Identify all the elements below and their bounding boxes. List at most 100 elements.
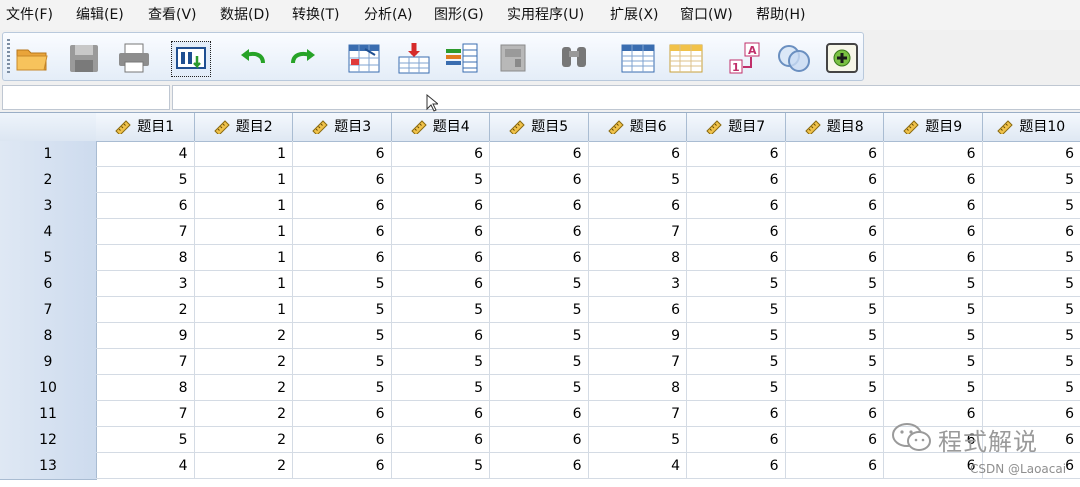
dialog-recall-icon[interactable] xyxy=(171,41,211,77)
data-cell[interactable]: 7 xyxy=(96,401,195,427)
data-cell[interactable]: 6 xyxy=(687,193,786,219)
column-header[interactable]: 题目4 xyxy=(392,113,491,142)
data-cell[interactable]: 6 xyxy=(293,167,392,193)
row-header[interactable]: 12 xyxy=(0,427,97,454)
column-header[interactable]: 题目6 xyxy=(589,113,688,142)
data-cell[interactable]: 1 xyxy=(195,219,294,245)
column-header[interactable]: 题目9 xyxy=(884,113,983,142)
data-cell[interactable]: 6 xyxy=(490,453,589,479)
data-cell[interactable]: 7 xyxy=(589,349,688,375)
data-cell[interactable]: 5 xyxy=(490,297,589,323)
variables-icon[interactable] xyxy=(443,41,481,75)
data-cell[interactable]: 6 xyxy=(293,245,392,271)
data-cell[interactable]: 4 xyxy=(589,453,688,479)
row-header[interactable]: 8 xyxy=(0,323,97,350)
menu-analyze[interactable]: 分析(A) xyxy=(364,0,413,30)
data-cell[interactable]: 5 xyxy=(983,245,1080,271)
data-cell[interactable]: 5 xyxy=(392,375,491,401)
data-cell[interactable]: 2 xyxy=(96,297,195,323)
data-cell[interactable]: 6 xyxy=(983,141,1080,167)
data-cell[interactable]: 5 xyxy=(983,167,1080,193)
data-cell[interactable]: 9 xyxy=(589,323,688,349)
data-cell[interactable]: 5 xyxy=(687,297,786,323)
data-cell[interactable]: 6 xyxy=(687,401,786,427)
data-cell[interactable]: 6 xyxy=(884,193,983,219)
redo-icon[interactable] xyxy=(285,41,323,75)
data-cell[interactable]: 6 xyxy=(687,453,786,479)
data-cell[interactable]: 6 xyxy=(490,193,589,219)
data-cell[interactable]: 4 xyxy=(96,453,195,479)
data-cell[interactable]: 1 xyxy=(195,245,294,271)
data-cell[interactable]: 5 xyxy=(884,323,983,349)
data-cell[interactable]: 6 xyxy=(392,401,491,427)
row-header[interactable]: 6 xyxy=(0,271,97,298)
menu-graphs[interactable]: 图形(G) xyxy=(434,0,484,30)
use-sets-icon[interactable] xyxy=(775,41,813,75)
data-cell[interactable]: 5 xyxy=(786,323,885,349)
data-cell[interactable]: 5 xyxy=(884,271,983,297)
toolbar-grip[interactable] xyxy=(7,39,10,75)
data-cell[interactable]: 6 xyxy=(293,427,392,453)
row-header[interactable]: 13 xyxy=(0,453,97,480)
data-cell[interactable]: 5 xyxy=(589,167,688,193)
data-cell[interactable]: 5 xyxy=(392,167,491,193)
goto-case-icon[interactable] xyxy=(345,41,383,75)
data-cell[interactable]: 4 xyxy=(96,141,195,167)
data-cell[interactable]: 8 xyxy=(96,375,195,401)
data-cell[interactable]: 5 xyxy=(392,297,491,323)
data-cell[interactable]: 6 xyxy=(687,245,786,271)
data-cell[interactable]: 6 xyxy=(392,427,491,453)
data-cell[interactable]: 5 xyxy=(589,427,688,453)
data-cell[interactable]: 6 xyxy=(392,323,491,349)
data-cell[interactable]: 6 xyxy=(490,219,589,245)
data-cell[interactable]: 5 xyxy=(983,271,1080,297)
data-cell[interactable]: 6 xyxy=(392,271,491,297)
data-cell[interactable]: 5 xyxy=(490,349,589,375)
data-cell[interactable]: 5 xyxy=(293,323,392,349)
data-cell[interactable]: 6 xyxy=(884,141,983,167)
data-cell[interactable]: 2 xyxy=(195,427,294,453)
data-cell[interactable]: 6 xyxy=(983,219,1080,245)
data-cell[interactable]: 2 xyxy=(195,323,294,349)
data-cell[interactable]: 6 xyxy=(293,193,392,219)
data-cell[interactable]: 5 xyxy=(884,349,983,375)
data-cell[interactable]: 5 xyxy=(786,349,885,375)
menu-transform[interactable]: 转换(T) xyxy=(292,0,339,30)
data-cell[interactable]: 3 xyxy=(589,271,688,297)
menu-utilities[interactable]: 实用程序(U) xyxy=(507,0,584,30)
data-cell[interactable]: 5 xyxy=(490,271,589,297)
data-cell[interactable]: 6 xyxy=(293,453,392,479)
grid-corner[interactable] xyxy=(0,113,97,142)
data-cell[interactable]: 5 xyxy=(293,349,392,375)
data-cell[interactable]: 5 xyxy=(983,297,1080,323)
data-cell[interactable]: 6 xyxy=(589,193,688,219)
row-header[interactable]: 7 xyxy=(0,297,97,324)
data-cell[interactable]: 2 xyxy=(195,453,294,479)
data-cell[interactable]: 1 xyxy=(195,167,294,193)
data-cell[interactable]: 5 xyxy=(884,375,983,401)
data-cell[interactable]: 5 xyxy=(293,375,392,401)
menu-data[interactable]: 数据(D) xyxy=(220,0,270,30)
data-cell[interactable]: 6 xyxy=(96,193,195,219)
data-cell[interactable]: 6 xyxy=(786,245,885,271)
data-cell[interactable]: 5 xyxy=(786,375,885,401)
data-cell[interactable]: 6 xyxy=(687,219,786,245)
data-cell[interactable]: 5 xyxy=(884,297,983,323)
insert-variable-icon[interactable] xyxy=(667,41,705,75)
data-cell[interactable]: 5 xyxy=(786,297,885,323)
data-cell[interactable]: 6 xyxy=(293,141,392,167)
column-header[interactable]: 题目3 xyxy=(293,113,392,142)
data-cell[interactable]: 6 xyxy=(490,167,589,193)
menu-view[interactable]: 查看(V) xyxy=(148,0,197,30)
column-header[interactable]: 题目1 xyxy=(96,113,195,142)
data-cell[interactable]: 6 xyxy=(786,167,885,193)
data-cell[interactable]: 7 xyxy=(96,349,195,375)
data-cell[interactable]: 5 xyxy=(490,375,589,401)
data-cell[interactable]: 7 xyxy=(589,219,688,245)
data-cell[interactable]: 1 xyxy=(195,193,294,219)
data-cell[interactable]: 5 xyxy=(687,271,786,297)
data-cell[interactable]: 7 xyxy=(96,219,195,245)
data-cell[interactable]: 1 xyxy=(195,297,294,323)
data-cell[interactable]: 6 xyxy=(687,427,786,453)
data-cell[interactable]: 6 xyxy=(884,245,983,271)
